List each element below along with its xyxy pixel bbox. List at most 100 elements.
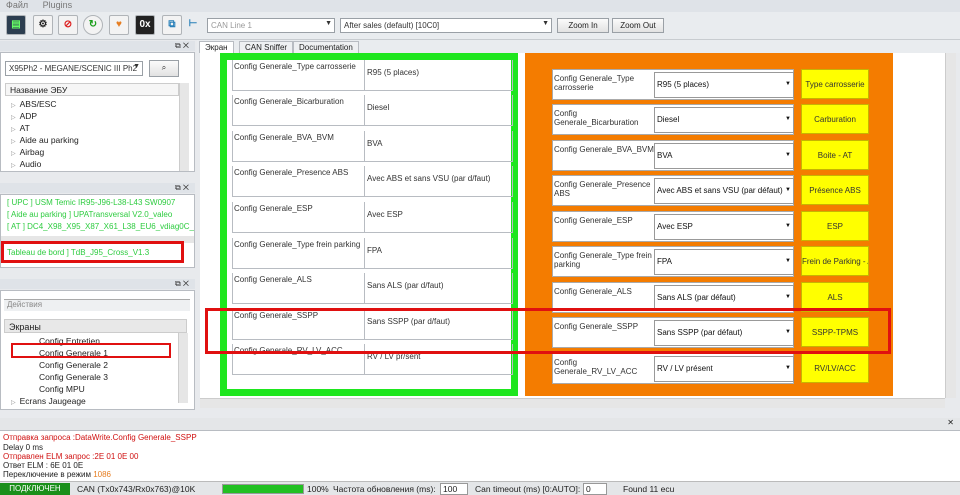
progress-fill — [223, 485, 303, 493]
ecu-item-aide-au-parking[interactable]: ▷ Aide au parking — [11, 135, 79, 145]
hex-icon[interactable]: 0x — [135, 15, 155, 35]
chevron-down-icon: ▼ — [785, 294, 791, 300]
log-line: Отправка запроса :DataWrite.Config Gener… — [3, 433, 197, 442]
ecu-item-abs[interactable]: ▷ ABS/ESC — [11, 99, 56, 109]
current-row-esp: Config Generale_ESP Avec ESP — [232, 202, 513, 233]
search-icon[interactable]: ⌕ — [149, 60, 179, 77]
log-panel-header: ✕ — [0, 418, 960, 430]
expand-icon: ▷ — [11, 151, 16, 157]
network-icon[interactable]: ⧉ — [162, 15, 182, 35]
log-line: Delay 0 ms — [3, 443, 44, 452]
ecu-panel-header: ⧉ ✕ — [0, 41, 195, 51]
zoom-out-button[interactable]: Zoom Out — [612, 18, 664, 33]
actions-panel-header: ⧉ ✕ — [0, 279, 195, 289]
connect-icon[interactable]: ▤ — [6, 15, 26, 35]
chevron-down-icon: ▼ — [785, 223, 791, 229]
heart-icon[interactable]: ♥ — [109, 15, 129, 35]
write-row-presence-abs: Config Generale_Presence ABS Avec ABS et … — [552, 175, 794, 206]
write-row-rv-lv-acc: Config Generale_RV_LV_ACC RV / LV présent… — [552, 353, 794, 384]
ecu-log-header: ⧉ ✕ — [0, 183, 195, 193]
write-rv-lv-acc-button[interactable]: RV/LV/ACC — [801, 353, 869, 383]
ecu-list-scrollbar[interactable] — [179, 83, 189, 171]
close-icon[interactable]: ✕ — [183, 41, 189, 50]
current-row-bva-bvm: Config Generale_BVA_BVM BVA — [232, 131, 513, 162]
progress-label: 100% — [307, 484, 329, 494]
current-row-type-frein-parking: Config Generale_Type frein parking FPA — [232, 238, 513, 269]
menu-plugins[interactable]: Plugins — [43, 0, 73, 10]
actions-title: Действия — [4, 299, 190, 311]
actions-scrollbar[interactable] — [178, 333, 188, 403]
screen-item[interactable]: Config Generale 3 — [39, 372, 108, 382]
write-esp-button[interactable]: ESP — [801, 211, 869, 241]
chevron-down-icon: ▼ — [785, 187, 791, 193]
screen-item[interactable]: Config Generale 2 — [39, 360, 108, 370]
ecu-item-at[interactable]: ▷ AT — [11, 123, 30, 133]
current-row-bicarburation: Config Generale_Bicarburation Diesel — [232, 95, 513, 126]
actions-group[interactable]: Экраны — [4, 319, 187, 333]
ecu-log-line: [ AT ] DC4_X98_X95_X87_X61_L38_EU6_vdiag… — [7, 222, 194, 231]
found-ecu-label: Found 11 ecu — [623, 484, 675, 494]
close-icon[interactable]: ✕ — [183, 183, 189, 192]
write-row-bicarburation: Config Generale_Bicarburation Diesel ▼ — [552, 104, 794, 135]
chevron-down-icon: ▼ — [785, 152, 791, 158]
bva-bvm-select[interactable]: BVA ▼ — [654, 143, 794, 169]
expand-icon: ▷ — [11, 115, 16, 121]
tab-screen[interactable]: Экран — [199, 41, 234, 53]
timeout-input[interactable]: 0 — [583, 483, 607, 495]
ecu-item-airbag[interactable]: ▷ Airbag — [11, 147, 44, 157]
ecu-log-line: [ Aide au parking ] UPATransversal V2.0_… — [7, 210, 173, 219]
log-line: Ответ ELM : 6E 01 0E — [3, 461, 84, 470]
screen-group-jaugeage[interactable]: ▷ Ecrans Jaugeage — [11, 396, 86, 406]
expand-icon: ▷ — [11, 400, 16, 406]
session-select[interactable]: After sales (default) [10C0] ▼ — [340, 18, 552, 33]
menu-file[interactable]: Файл — [6, 0, 28, 10]
timeout-label: Can timeout (ms) [0:AUTO]: — [475, 484, 581, 494]
expand-icon: ▷ — [11, 139, 16, 145]
content-hscroll[interactable] — [200, 398, 945, 408]
presence-abs-select[interactable]: Avec ABS et sans VSU (par défaut) ▼ — [654, 178, 794, 204]
write-presence-abs-button[interactable]: Présence ABS — [801, 175, 869, 205]
toolbar: ▤ ⚙ ⊘ ↻ ♥ 0x ⧉ ⊢ CAN Line 1 ▼ After sales… — [0, 12, 960, 40]
ecu-log-line: [ UPC ] USM Temic IR95-J96-L38-L43 SW090… — [7, 198, 176, 207]
ecu-item-adp[interactable]: ▷ ADP — [11, 111, 37, 121]
zoom-in-button[interactable]: Zoom In — [557, 18, 609, 33]
content-vscroll[interactable] — [945, 53, 956, 398]
esp-select[interactable]: Avec ESP ▼ — [654, 214, 794, 240]
highlight-config-generale-1 — [11, 343, 171, 358]
tab-can-sniffer[interactable]: CAN Sniffer — [239, 41, 294, 53]
write-boite-at-button[interactable]: Boite - AT — [801, 140, 869, 170]
type-carrosserie-select[interactable]: R95 (5 places) ▼ — [654, 72, 794, 98]
float-icon[interactable]: ⧉ — [175, 279, 181, 288]
expand-icon: ▷ — [11, 103, 16, 109]
pipe-icon[interactable]: ⊢ — [183, 15, 203, 35]
ecu-item-audio[interactable]: ▷ Audio — [11, 159, 41, 169]
write-type-carrosserie-button[interactable]: Type carrosserie — [801, 69, 869, 99]
frein-parking-select[interactable]: FPA ▼ — [654, 249, 794, 275]
refresh-label: Частота обновления (ms): — [333, 484, 436, 494]
can-line-select[interactable]: CAN Line 1 ▼ — [207, 18, 335, 33]
ecu-panel: X95Ph2 - MEGANE/SCENIC III Ph2 ▼ ⌕ Назван… — [0, 52, 195, 172]
close-icon[interactable]: ✕ — [947, 418, 954, 427]
bicarburation-select[interactable]: Diesel ▼ — [654, 107, 794, 133]
close-icon[interactable]: ✕ — [183, 279, 189, 288]
float-icon[interactable]: ⧉ — [175, 41, 181, 50]
chevron-down-icon: ▼ — [542, 20, 549, 27]
float-icon[interactable]: ⧉ — [175, 183, 181, 192]
stop-icon[interactable]: ⊘ — [58, 15, 78, 35]
write-carburation-button[interactable]: Carburation — [801, 104, 869, 134]
refresh-icon[interactable]: ↻ — [83, 15, 103, 35]
refresh-input[interactable]: 100 — [440, 483, 468, 495]
write-frein-parking-button[interactable]: Frein de Parking - AP — [801, 246, 869, 276]
rv-lv-acc-select[interactable]: RV / LV présent ▼ — [654, 356, 794, 382]
vehicle-select[interactable]: X95Ph2 - MEGANE/SCENIC III Ph2 ▼ — [5, 61, 143, 76]
write-row-type-carrosserie: Config Generale_Type carrosserie R95 (5 p… — [552, 69, 794, 100]
chevron-down-icon: ▼ — [325, 20, 332, 27]
write-row-type-frein-parking: Config Generale_Type frein parking FPA ▼ — [552, 246, 794, 277]
tab-documentation[interactable]: Documentation — [293, 41, 359, 53]
connection-status: ПОДКЛЮЧЕН — [0, 483, 70, 495]
current-row-type-carrosserie: Config Generale_Type carrosserie R95 (5 p… — [232, 60, 513, 91]
screen-item[interactable]: Config MPU — [39, 384, 85, 394]
chevron-down-icon: ▼ — [785, 116, 791, 122]
chevron-down-icon: ▼ — [785, 365, 791, 371]
settings-icon[interactable]: ⚙ — [33, 15, 53, 35]
